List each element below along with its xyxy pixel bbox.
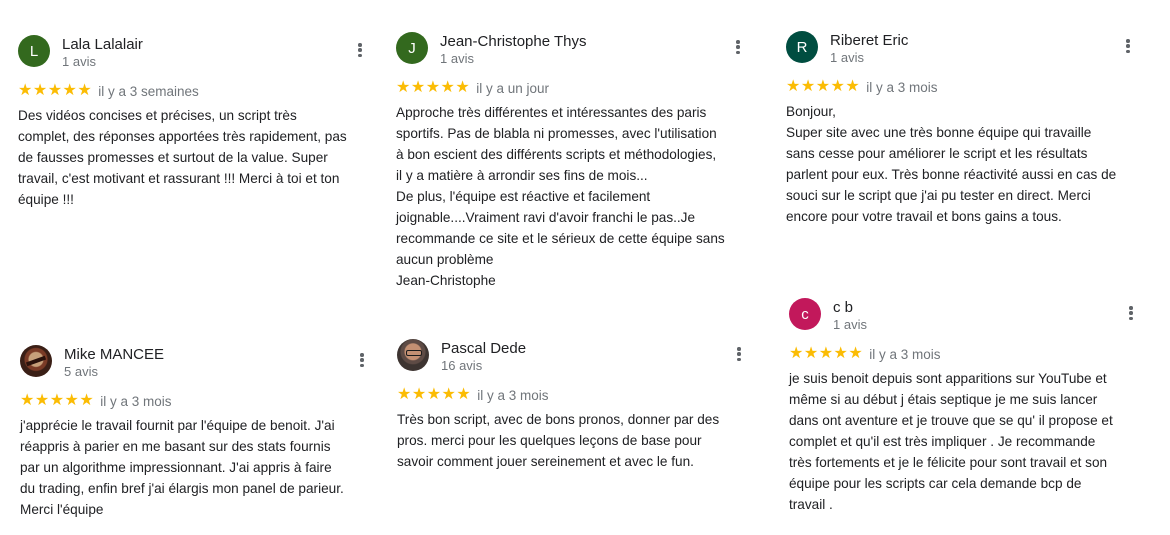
review-date: il y a 3 mois bbox=[100, 393, 172, 409]
reviewer-name[interactable]: Lala Lalalair bbox=[62, 36, 143, 53]
reviewer-name[interactable]: Jean-Christophe Thys bbox=[440, 33, 586, 50]
rating-row: ★★★★★ il y a 3 mois bbox=[20, 393, 172, 409]
review-card: J Jean-Christophe Thys 1 avis ★★★★★ il y… bbox=[396, 32, 751, 292]
avatar[interactable]: c bbox=[789, 298, 821, 330]
rating-row: ★★★★★ il y a 3 mois bbox=[789, 346, 941, 362]
reviewer-name[interactable]: Riberet Eric bbox=[830, 32, 908, 49]
review-count: 1 avis bbox=[830, 50, 864, 65]
more-options-icon[interactable] bbox=[354, 351, 370, 369]
review-text: je suis benoit depuis sont apparitions s… bbox=[789, 371, 1113, 512]
review-date: il y a un jour bbox=[476, 80, 550, 96]
reviewer-name[interactable]: Pascal Dede bbox=[441, 340, 526, 357]
more-options-icon[interactable] bbox=[730, 38, 746, 56]
more-options-icon[interactable] bbox=[731, 345, 747, 363]
review-count: 1 avis bbox=[833, 317, 867, 332]
star-rating: ★★★★★ bbox=[786, 78, 861, 95]
reviewer-name[interactable]: c b bbox=[833, 299, 853, 316]
review-text: Des vidéos concises et précises, un scri… bbox=[18, 108, 347, 207]
review-count: 1 avis bbox=[62, 54, 96, 69]
avatar[interactable] bbox=[20, 345, 52, 377]
avatar[interactable]: L bbox=[18, 35, 50, 67]
review-count: 1 avis bbox=[440, 51, 474, 66]
review-count: 16 avis bbox=[441, 358, 483, 373]
rating-row: ★★★★★ il y a un jour bbox=[396, 80, 549, 96]
rating-row: ★★★★★ il y a 3 mois bbox=[397, 387, 549, 403]
avatar[interactable]: R bbox=[786, 31, 818, 63]
review-card: c c b 1 avis ★★★★★ il y a 3 mois je suis… bbox=[789, 298, 1149, 523]
review-date: il y a 3 mois bbox=[869, 346, 941, 362]
more-options-icon[interactable] bbox=[352, 41, 368, 59]
star-rating: ★★★★★ bbox=[397, 386, 472, 403]
review-text: Approche très différentes et intéressant… bbox=[396, 105, 725, 288]
more-options-icon[interactable] bbox=[1120, 37, 1136, 55]
review-text: Très bon script, avec de bons pronos, do… bbox=[397, 412, 720, 469]
more-options-icon[interactable] bbox=[1123, 304, 1139, 322]
review-card: R Riberet Eric 1 avis ★★★★★ il y a 3 moi… bbox=[786, 31, 1146, 231]
review-card: Pascal Dede 16 avis ★★★★★ il y a 3 mois … bbox=[397, 339, 752, 479]
review-card: Mike MANCEE 5 avis ★★★★★ il y a 3 mois j… bbox=[20, 345, 375, 525]
review-date: il y a 3 mois bbox=[477, 387, 549, 403]
review-text: Bonjour, Super site avec une très bonne … bbox=[786, 104, 1117, 224]
avatar[interactable] bbox=[397, 339, 429, 371]
avatar[interactable]: J bbox=[396, 32, 428, 64]
star-rating: ★★★★★ bbox=[18, 82, 93, 99]
review-date: il y a 3 semaines bbox=[98, 83, 199, 99]
review-card: L Lala Lalalair 1 avis ★★★★★ il y a 3 se… bbox=[18, 35, 373, 225]
rating-row: ★★★★★ il y a 3 semaines bbox=[18, 83, 199, 99]
review-text: j'apprécie le travail fournit par l'équi… bbox=[20, 418, 344, 517]
review-date: il y a 3 mois bbox=[866, 79, 938, 95]
rating-row: ★★★★★ il y a 3 mois bbox=[786, 79, 938, 95]
star-rating: ★★★★★ bbox=[396, 79, 471, 96]
star-rating: ★★★★★ bbox=[20, 392, 95, 409]
review-count: 5 avis bbox=[64, 364, 98, 379]
star-rating: ★★★★★ bbox=[789, 345, 864, 362]
reviewer-name[interactable]: Mike MANCEE bbox=[64, 346, 164, 363]
